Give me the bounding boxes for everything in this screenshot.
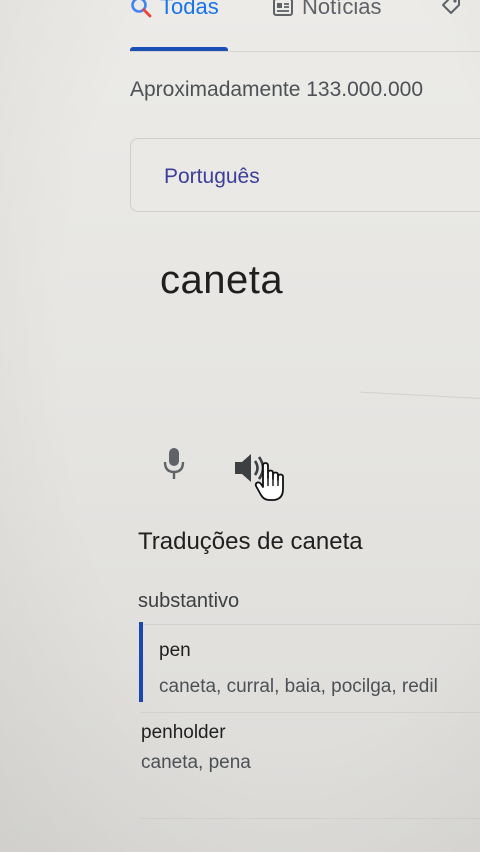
translator-divider bbox=[360, 391, 480, 400]
translation-word-pen[interactable]: pen bbox=[159, 640, 191, 662]
page: Todas Notícias Aproximadamente 133.000.0… bbox=[0, 0, 480, 852]
search-tabs: Todas Notícias bbox=[130, 0, 480, 54]
selected-entry-indicator bbox=[139, 622, 143, 702]
divider bbox=[140, 818, 480, 819]
divider bbox=[140, 712, 480, 713]
translation-word-penholder[interactable]: penholder bbox=[141, 722, 226, 744]
results-count: Aproximadamente 133.000.000 bbox=[130, 78, 424, 101]
screen-vignette bbox=[0, 0, 480, 852]
search-icon bbox=[130, 0, 152, 18]
source-text[interactable]: caneta bbox=[160, 258, 283, 303]
news-icon bbox=[272, 0, 294, 18]
tab-shopping[interactable] bbox=[440, 0, 470, 16]
tab-noticias[interactable]: Notícias bbox=[272, 0, 381, 20]
part-of-speech-label: substantivo bbox=[138, 590, 240, 612]
microphone-icon[interactable] bbox=[160, 445, 190, 483]
tab-todas-label: Todas bbox=[160, 0, 219, 19]
tab-todas[interactable]: Todas bbox=[130, 0, 219, 20]
source-language-label: Português bbox=[164, 165, 260, 188]
source-language-selector[interactable]: Português bbox=[130, 138, 480, 212]
translation-synonyms-pen: caneta, curral, baia, pocilga, redil bbox=[159, 676, 438, 697]
tabs-divider bbox=[130, 51, 480, 52]
tab-noticias-label: Notícias bbox=[302, 0, 382, 19]
translation-synonyms-penholder: caneta, pena bbox=[141, 752, 251, 773]
tag-icon bbox=[440, 0, 462, 16]
translations-heading: Traduções de caneta bbox=[138, 528, 363, 555]
hand-cursor-icon bbox=[254, 462, 288, 502]
divider bbox=[140, 624, 480, 625]
